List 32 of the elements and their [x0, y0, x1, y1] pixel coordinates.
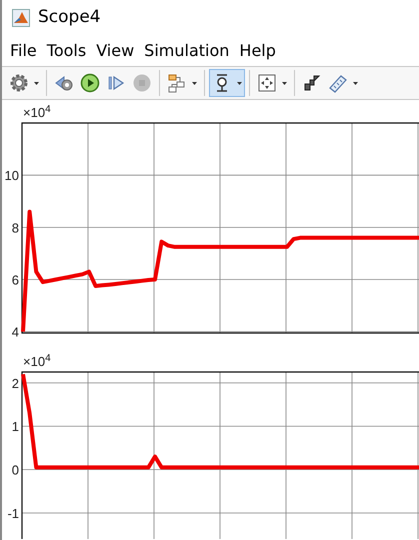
window-title: Scope4: [38, 6, 101, 29]
step-forward-icon: [106, 73, 126, 93]
staircase-icon: [302, 73, 322, 93]
menu-item[interactable]: View: [94, 38, 142, 62]
y-tick-label: -1: [7, 506, 19, 521]
ruler-icon: [328, 73, 348, 93]
play-icon: [80, 73, 100, 93]
y-tick-label: 1: [12, 419, 19, 434]
caret-icon: [237, 82, 242, 84]
menu-item[interactable]: File: [8, 38, 45, 62]
fit-to-view-icon: [257, 73, 277, 93]
menu-item[interactable]: Tools: [44, 38, 94, 62]
zoom-button[interactable]: [209, 69, 245, 97]
menu-item[interactable]: Simulation: [142, 38, 238, 62]
stop-icon: [132, 73, 152, 93]
y-tick-label: 4: [12, 324, 19, 340]
y-tick-label: 0: [12, 462, 19, 478]
block-diagram-icon: [167, 73, 187, 93]
y-tick-label: 6: [12, 272, 19, 288]
y-tick-label: 10: [4, 168, 19, 184]
y-tick-label: 8: [12, 220, 19, 236]
axis-exponent: ×10$^{4}$: [23, 104, 51, 120]
caret-icon: [282, 82, 287, 84]
axis-exponent: ×10$^{4}$: [23, 353, 51, 369]
y-tick-label: 2: [12, 376, 19, 391]
app-logo-icon: [12, 8, 30, 26]
menu-item[interactable]: Help: [237, 38, 284, 62]
caret-icon: [353, 82, 358, 84]
step-back-icon: [54, 73, 74, 93]
caret-icon: [34, 82, 39, 84]
gear-icon: [9, 73, 29, 93]
caret-icon: [192, 82, 197, 84]
